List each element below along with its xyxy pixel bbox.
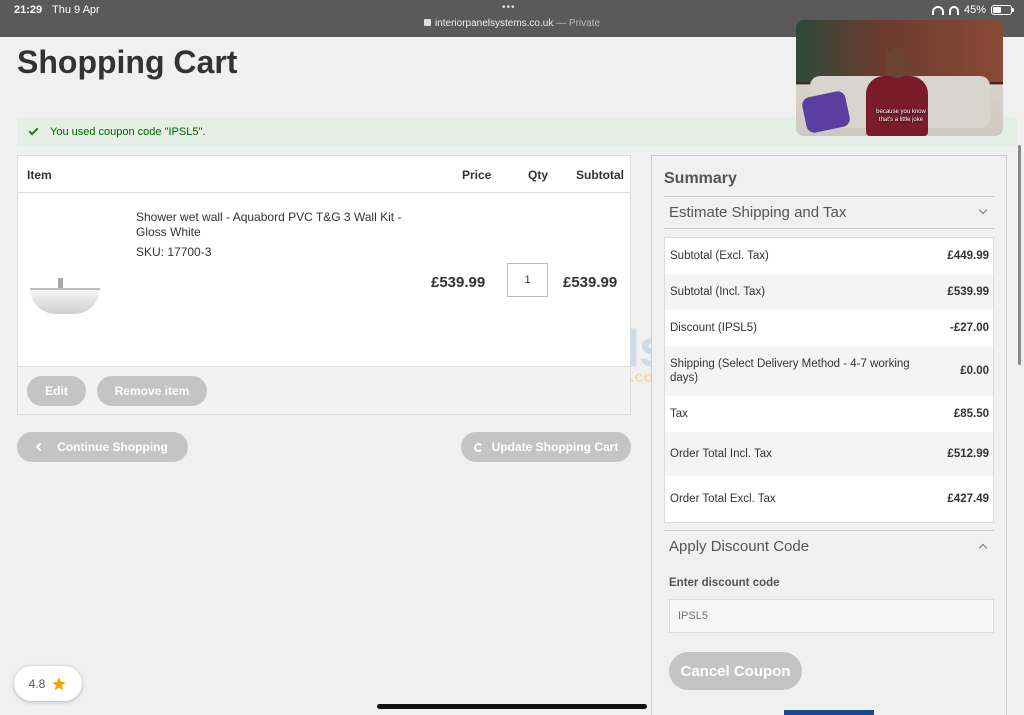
product-sku: SKU: 17700-3 bbox=[136, 245, 212, 259]
product-name-link[interactable]: Shower wet wall - Aquabord PVC T&G 3 Wal… bbox=[136, 210, 411, 240]
header-item: Item bbox=[27, 168, 52, 182]
coupon-message-text: You used coupon code "IPSL5". bbox=[50, 126, 206, 138]
multitask-dots[interactable]: ••• bbox=[502, 2, 516, 13]
edit-button[interactable]: Edit bbox=[27, 376, 86, 406]
totals-row: Tax £85.50 bbox=[670, 408, 989, 420]
quantity-input[interactable] bbox=[507, 263, 548, 297]
remove-item-button[interactable]: Remove item bbox=[97, 376, 207, 406]
discount-code-input[interactable] bbox=[669, 599, 994, 633]
totals-row: Subtotal (Excl. Tax) £449.99 bbox=[670, 250, 989, 262]
battery-icon bbox=[991, 5, 1014, 15]
header-price: Price bbox=[462, 168, 492, 182]
status-time: 21:29 bbox=[14, 4, 43, 16]
url-text: interiorpanelsystems.co.uk bbox=[434, 18, 554, 29]
totals-row: Subtotal (Incl. Tax) £539.99 bbox=[665, 274, 993, 310]
wifi-icon bbox=[931, 5, 944, 15]
page-title: Shopping Cart bbox=[17, 44, 238, 80]
status-icons: 45% bbox=[931, 4, 1014, 16]
product-subtotal: £539.99 bbox=[563, 274, 618, 291]
header-subtotal: Subtotal bbox=[576, 168, 624, 182]
update-cart-label: Update Shopping Cart bbox=[491, 440, 619, 454]
video-caption: because you know that's a little joke bbox=[876, 109, 926, 123]
header-qty: Qty bbox=[528, 168, 549, 182]
product-image[interactable] bbox=[26, 236, 101, 319]
scrollbar[interactable] bbox=[1018, 145, 1021, 365]
battery-percent: 45% bbox=[963, 4, 986, 16]
refresh-icon bbox=[473, 442, 483, 452]
continue-shopping-label: Continue Shopping bbox=[57, 440, 168, 454]
totals-table: Subtotal (Excl. Tax) £449.99 Subtotal (In… bbox=[664, 237, 994, 523]
estimate-shipping-label: Estimate Shipping and Tax bbox=[669, 204, 847, 221]
order-summary: Summary Estimate Shipping and Tax Subtot… bbox=[651, 155, 1007, 715]
item-actions: Edit Remove item bbox=[18, 366, 630, 414]
apply-discount-toggle[interactable]: Apply Discount Code bbox=[664, 530, 994, 562]
rating-value: 4.8 bbox=[28, 676, 46, 691]
picture-in-picture-video[interactable]: because you know that's a little joke bbox=[796, 20, 1003, 136]
home-indicator[interactable] bbox=[377, 704, 647, 709]
chevron-down-icon bbox=[978, 205, 988, 215]
cart-table-header: Item Price Qty Subtotal bbox=[18, 156, 630, 193]
chevron-up-icon bbox=[978, 543, 988, 553]
summary-title: Summary bbox=[664, 170, 737, 187]
cart-table: Item Price Qty Subtotal Shower wet wall … bbox=[17, 155, 631, 415]
chevron-left-icon bbox=[35, 442, 45, 452]
headphones-icon bbox=[948, 5, 959, 15]
status-date: Thu 9 Apr bbox=[52, 4, 100, 16]
totals-row: Order Total Excl. Tax £427.49 bbox=[670, 493, 989, 505]
discount-code-label: Enter discount code bbox=[669, 577, 780, 589]
update-cart-button[interactable]: Update Shopping Cart bbox=[461, 432, 631, 462]
continue-shopping-button[interactable]: Continue Shopping bbox=[17, 432, 188, 462]
lock-icon bbox=[423, 19, 431, 26]
checkout-button-edge[interactable] bbox=[784, 710, 874, 715]
rating-badge[interactable]: 4.8 bbox=[14, 666, 82, 701]
totals-row: Discount (IPSL5) -£27.00 bbox=[670, 322, 989, 334]
totals-row: Order Total Incl. Tax £512.99 bbox=[665, 432, 993, 476]
star-icon bbox=[52, 676, 67, 690]
check-icon bbox=[28, 125, 39, 135]
cancel-coupon-button[interactable]: Cancel Coupon bbox=[669, 652, 802, 690]
private-label: — Private bbox=[556, 18, 601, 29]
estimate-shipping-toggle[interactable]: Estimate Shipping and Tax bbox=[664, 196, 994, 229]
totals-row: Shipping (Select Delivery Method - 4-7 w… bbox=[665, 346, 993, 396]
apply-discount-label: Apply Discount Code bbox=[669, 538, 810, 555]
product-price: £539.99 bbox=[431, 274, 486, 291]
